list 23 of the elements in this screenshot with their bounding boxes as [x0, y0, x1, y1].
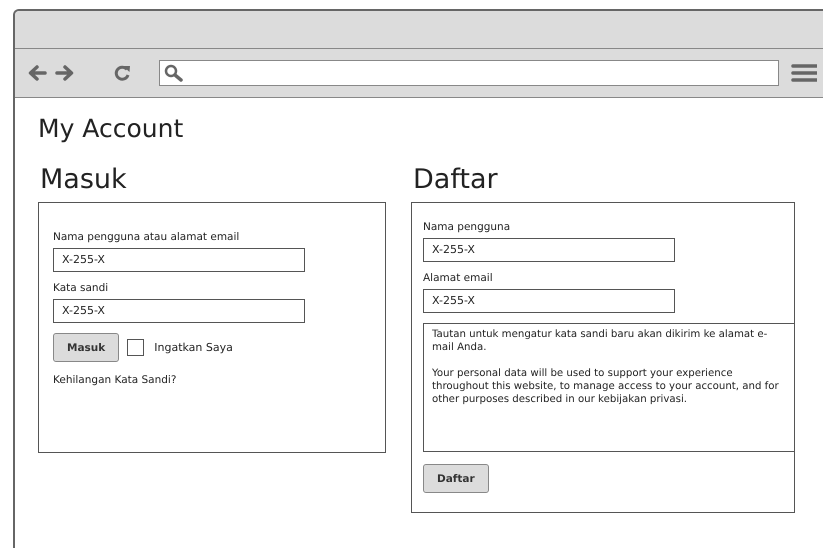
field-label: Nama pengguna atau alamat email	[53, 231, 240, 243]
field-label: Nama pengguna	[423, 221, 512, 233]
search-icon	[164, 64, 184, 82]
lost-password-link[interactable]: Kehilangan Kata Sandi?	[53, 374, 176, 386]
input-field[interactable]: X-255-X	[423, 289, 675, 313]
input-field[interactable]: X-255-X	[423, 238, 675, 262]
menu-icon[interactable]	[791, 63, 817, 83]
reload-icon[interactable]	[113, 64, 131, 82]
login-button[interactable]: Masuk	[53, 333, 120, 362]
field-label: Alamat email	[423, 272, 494, 284]
section-heading: Masuk	[40, 164, 128, 196]
forward-icon[interactable]	[55, 64, 75, 82]
input-field[interactable]: X-255-X	[53, 299, 305, 323]
checkbox[interactable]	[127, 339, 144, 356]
checkbox-label: Ingatkan Saya	[154, 341, 233, 354]
section-heading: Daftar	[413, 164, 499, 196]
page-title: My Account	[38, 114, 184, 144]
text-area[interactable]: Tautan untuk mengatur kata sandi baru akan dikirim ke alamat e-mail Anda. Your personal data will be used to support your experience throughout this website, to manage access to your account, and for other purposes described in our kebijakan privasi.	[423, 323, 795, 452]
back-icon[interactable]	[27, 64, 47, 82]
address-field[interactable]	[159, 60, 779, 86]
input-field[interactable]: X-255-X	[53, 248, 305, 272]
field-label: Kata sandi	[53, 282, 110, 294]
register-button[interactable]: Daftar	[423, 464, 489, 493]
